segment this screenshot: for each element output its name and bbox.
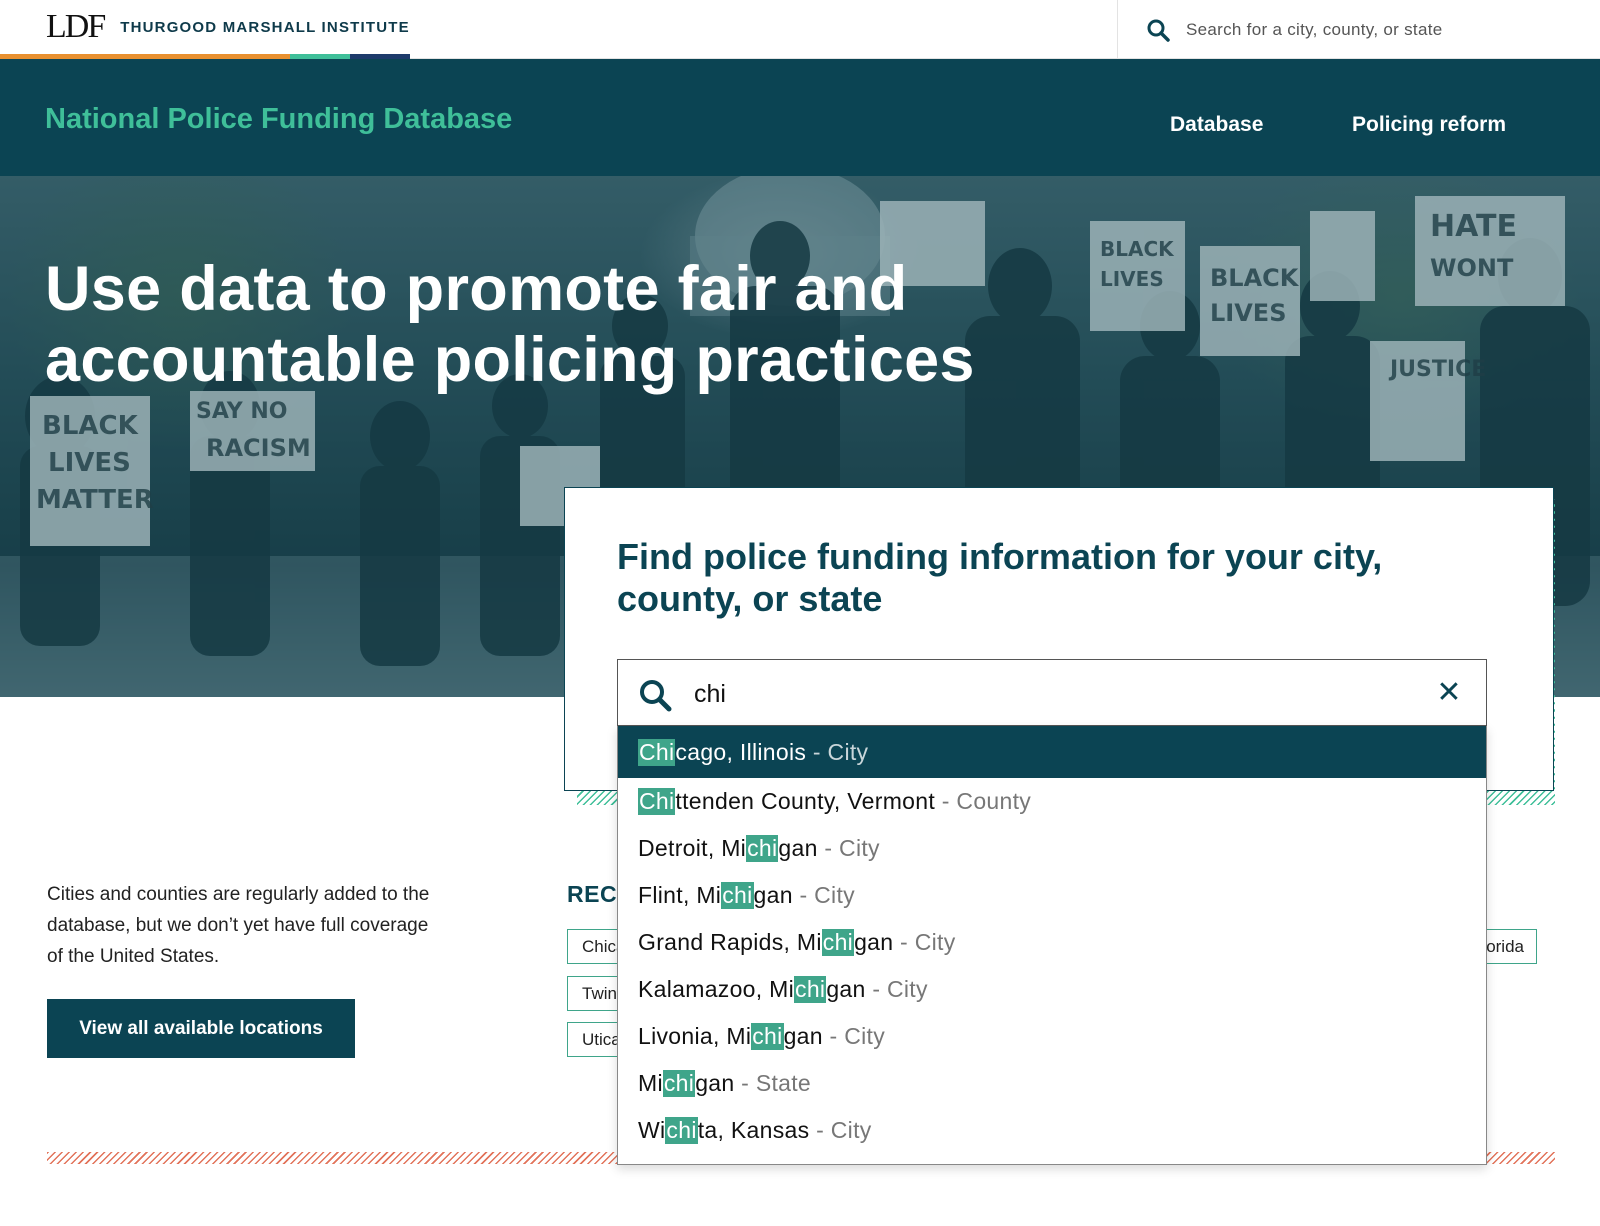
search-icon[interactable] (1146, 18, 1170, 42)
search-result-option[interactable]: Livonia, Mi chi gan - City (618, 1013, 1486, 1060)
result-match-highlight: chi (665, 1117, 698, 1144)
search-result-option[interactable]: Grand Rapids, Mi chi gan - City (618, 919, 1486, 966)
location-search-input[interactable] (694, 674, 1394, 714)
result-type-label: City (844, 1023, 885, 1049)
result-type: - City (865, 976, 928, 1002)
result-match-highlight: chi (751, 1023, 784, 1050)
main-nav: National Police Funding Database Databas… (0, 59, 1600, 176)
result-type-label: State (755, 1070, 812, 1096)
result-text: ta, Kansas (697, 1117, 810, 1143)
svg-text:SAY NO: SAY NO (196, 399, 287, 424)
result-type-label: City (830, 1117, 872, 1143)
top-bar: LDF THURGOOD MARSHALL INSTITUTE (0, 0, 1600, 59)
result-text: Detroit, Mi (638, 835, 747, 861)
result-match-highlight: chi (794, 976, 827, 1003)
result-text: ttenden County, Vermont (675, 788, 936, 814)
result-type-label: County (956, 788, 1032, 814)
svg-text:BLACK: BLACK (1210, 264, 1300, 292)
recent-chip[interactable]: Twin (567, 976, 619, 1011)
result-text: Grand Rapids, Mi (638, 929, 822, 955)
result-text: Livonia, Mi (638, 1023, 752, 1049)
result-text: gan (753, 882, 793, 908)
result-type-label: City (839, 835, 880, 861)
result-text: cago, Illinois (675, 738, 807, 765)
search-result-option[interactable]: Kalamazoo, Mi chi gan - City (618, 966, 1486, 1013)
svg-text:HATE: HATE (1430, 209, 1517, 244)
search-result-option[interactable]: Chi ttenden County, Vermont - County (618, 778, 1486, 825)
finder-title: Find police funding information for your… (617, 536, 1383, 619)
coverage-note: Cities and counties are regularly added … (47, 884, 430, 967)
result-match-highlight: Chi (638, 738, 676, 766)
result-type-label: City (814, 882, 855, 908)
result-type: - City (817, 835, 880, 861)
svg-text:LIVES: LIVES (1210, 299, 1286, 327)
search-result-option[interactable]: Mi chi gan - State (618, 1060, 1486, 1107)
result-text: Flint, Mi (638, 882, 722, 908)
svg-text:BLACK: BLACK (1100, 237, 1175, 261)
result-type: - County (935, 788, 1032, 814)
result-text: Wi (638, 1117, 666, 1143)
result-match-highlight: chi (721, 882, 754, 909)
svg-text:MATTER: MATTER (36, 485, 154, 515)
site-title[interactable]: National Police Funding Database (45, 103, 512, 136)
recent-chip[interactable]: Utica (567, 1022, 619, 1057)
svg-text:LIVES: LIVES (48, 448, 131, 478)
result-type: - City (792, 882, 855, 908)
logo-mark: LDF (46, 8, 106, 45)
result-text: gan (778, 835, 818, 861)
result-type: - City (806, 738, 869, 765)
result-type-label: City (914, 929, 956, 955)
search-result-option[interactable]: Chi cago, Illinois - City (618, 726, 1486, 778)
svg-text:LIVES: LIVES (1100, 267, 1164, 291)
result-type: - City (822, 1023, 885, 1049)
search-icon (640, 680, 672, 712)
result-text: gan (854, 929, 894, 955)
result-match-highlight: Chi (638, 788, 676, 815)
ldf-logo[interactable]: LDF THURGOOD MARSHALL INSTITUTE (46, 10, 410, 44)
global-search (1117, 0, 1600, 58)
svg-text:BLACK: BLACK (42, 411, 139, 441)
search-results-list: Chi cago, Illinois - City Chi ttenden Count… (617, 726, 1487, 1165)
view-all-locations-button[interactable]: View all available locations (47, 999, 355, 1058)
nav-policing-reform[interactable]: Policing reform (1352, 113, 1506, 137)
recent-chip[interactable]: Chica (567, 929, 619, 964)
search-result-option[interactable]: Detroit, Mi chi gan - City (618, 825, 1486, 872)
result-text: gan (783, 1023, 823, 1049)
svg-text:JUSTICE: JUSTICE (1388, 357, 1486, 382)
result-text: gan (695, 1070, 735, 1096)
global-search-input[interactable] (1186, 14, 1576, 46)
hero-title: Use data to promote fair and accountable… (45, 254, 975, 395)
result-match-highlight: chi (821, 929, 855, 956)
result-type-label: City (886, 976, 928, 1002)
nav-database[interactable]: Database (1170, 113, 1263, 137)
result-match-highlight: chi (746, 835, 779, 862)
svg-text:WONT: WONT (1430, 254, 1514, 282)
result-match-highlight: chi (662, 1070, 696, 1097)
result-text: Mi (638, 1070, 663, 1096)
svg-text:RACISM: RACISM (206, 434, 311, 462)
search-result-option[interactable]: Wi chi ta, Kansas - City (618, 1107, 1486, 1154)
result-text: gan (826, 976, 866, 1002)
result-type-label: City (827, 738, 869, 765)
location-search: ✕ (617, 659, 1487, 726)
search-result-option[interactable]: Flint, Mi chi gan - City (618, 872, 1486, 919)
result-type: - State (734, 1070, 812, 1096)
result-type: - City (893, 929, 956, 955)
result-type: - City (809, 1117, 872, 1143)
close-icon[interactable]: ✕ (1434, 678, 1464, 708)
org-name: THURGOOD MARSHALL INSTITUTE (120, 18, 410, 36)
result-text: Kalamazoo, Mi (638, 976, 795, 1002)
